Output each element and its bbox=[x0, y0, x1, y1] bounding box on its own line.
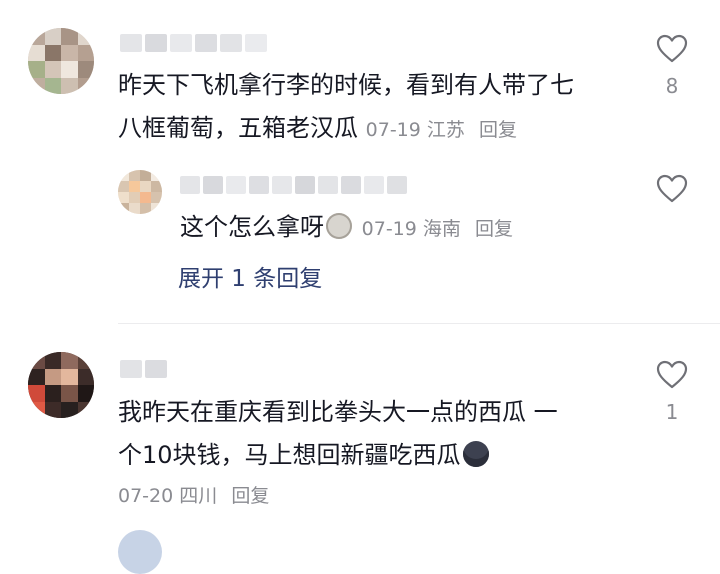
sunglasses-face-emoji bbox=[462, 441, 489, 467]
comment-text-continued: 个10块钱，马上想回新疆吃西瓜 bbox=[118, 441, 461, 469]
comment-location: 四川 bbox=[179, 485, 218, 507]
heart-icon bbox=[656, 34, 688, 63]
comment-text: 昨天下飞机拿行李的时候，看到有人带了七 八框葡萄，五箱老汉瓜 07-19 江苏 … bbox=[118, 64, 574, 152]
comment-location: 江苏 bbox=[426, 119, 465, 141]
comment-text: 我昨天在重庆看到比拳头大一点的西瓜 一 个10块钱，马上想回新疆吃西瓜 bbox=[118, 391, 558, 477]
username-blurred[interactable] bbox=[180, 174, 407, 196]
avatar[interactable] bbox=[118, 530, 162, 574]
reply-button[interactable]: 回复 bbox=[479, 119, 517, 141]
comment-text-line: 我昨天在重庆看到比拳头大一点的西瓜 一 bbox=[118, 398, 558, 426]
like-count: 1 bbox=[665, 400, 679, 424]
reply-button[interactable]: 回复 bbox=[475, 218, 513, 240]
avatar[interactable] bbox=[28, 28, 94, 94]
username-blurred[interactable] bbox=[120, 358, 167, 380]
heart-icon bbox=[656, 174, 688, 203]
comment-date: 07-19 bbox=[365, 119, 421, 141]
expand-replies-link[interactable]: 展开 1 条回复 bbox=[178, 262, 322, 296]
like-button[interactable] bbox=[654, 174, 690, 204]
reply-text-content: 这个怎么拿呀 bbox=[180, 213, 324, 241]
comment-meta: 07-20 四川 回复 bbox=[118, 482, 269, 510]
comment-text-line: 个10块钱，马上想回新疆吃西瓜 bbox=[118, 434, 558, 477]
comment-text-line: 八框葡萄，五箱老汉瓜 07-19 江苏 回复 bbox=[118, 107, 574, 152]
heart-icon bbox=[656, 360, 688, 389]
comment-date: 07-20 bbox=[118, 485, 174, 507]
comment-text-line: 昨天下飞机拿行李的时候，看到有人带了七 bbox=[118, 71, 574, 99]
reply-text: 这个怎么拿呀 07-19 海南 回复 bbox=[180, 206, 513, 251]
reply-button[interactable]: 回复 bbox=[231, 485, 269, 507]
comment-date: 07-19 bbox=[361, 218, 417, 240]
divider bbox=[118, 323, 720, 324]
comment-meta: 07-19 江苏 回复 bbox=[366, 119, 517, 141]
username-blurred[interactable] bbox=[120, 32, 267, 54]
like-count: 8 bbox=[665, 74, 679, 98]
comment-text-continued: 八框葡萄，五箱老汉瓜 bbox=[118, 114, 358, 142]
like-button[interactable]: 8 bbox=[654, 34, 690, 98]
comment-meta: 07-19 海南 回复 bbox=[362, 218, 513, 240]
comment-location: 海南 bbox=[422, 218, 461, 240]
avatar[interactable] bbox=[118, 170, 162, 214]
like-button[interactable]: 1 bbox=[654, 360, 690, 424]
gourd-face-emoji bbox=[326, 213, 352, 239]
avatar[interactable] bbox=[28, 352, 94, 418]
